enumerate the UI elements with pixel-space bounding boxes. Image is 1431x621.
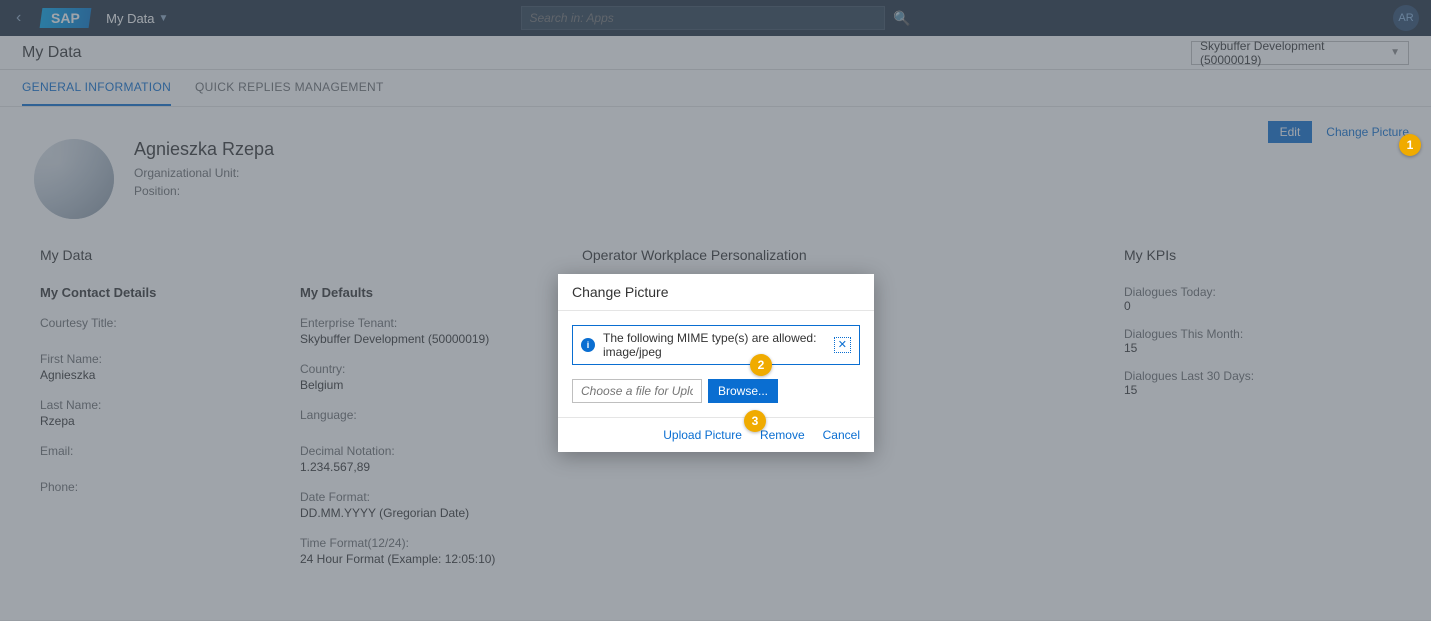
browse-button[interactable]: Browse... <box>708 379 778 403</box>
dialog-title: Change Picture <box>558 274 874 311</box>
annotation-badge-2: 2 <box>750 354 772 376</box>
file-input[interactable] <box>572 379 702 403</box>
dialog-footer: Upload Picture Remove Cancel <box>558 417 874 452</box>
close-icon[interactable]: ✕ <box>834 337 851 353</box>
info-text: The following MIME type(s) are allowed: … <box>603 331 834 359</box>
dialog-body: i The following MIME type(s) are allowed… <box>558 311 874 417</box>
remove-link[interactable]: Remove <box>760 428 805 442</box>
annotation-badge-1: 1 <box>1399 134 1421 156</box>
cancel-link[interactable]: Cancel <box>823 428 860 442</box>
change-picture-dialog: Change Picture i The following MIME type… <box>558 274 874 452</box>
info-icon: i <box>581 338 595 352</box>
info-box: i The following MIME type(s) are allowed… <box>572 325 860 365</box>
file-row: Browse... <box>572 379 860 403</box>
upload-picture-link[interactable]: Upload Picture <box>663 428 742 442</box>
annotation-badge-3: 3 <box>744 410 766 432</box>
